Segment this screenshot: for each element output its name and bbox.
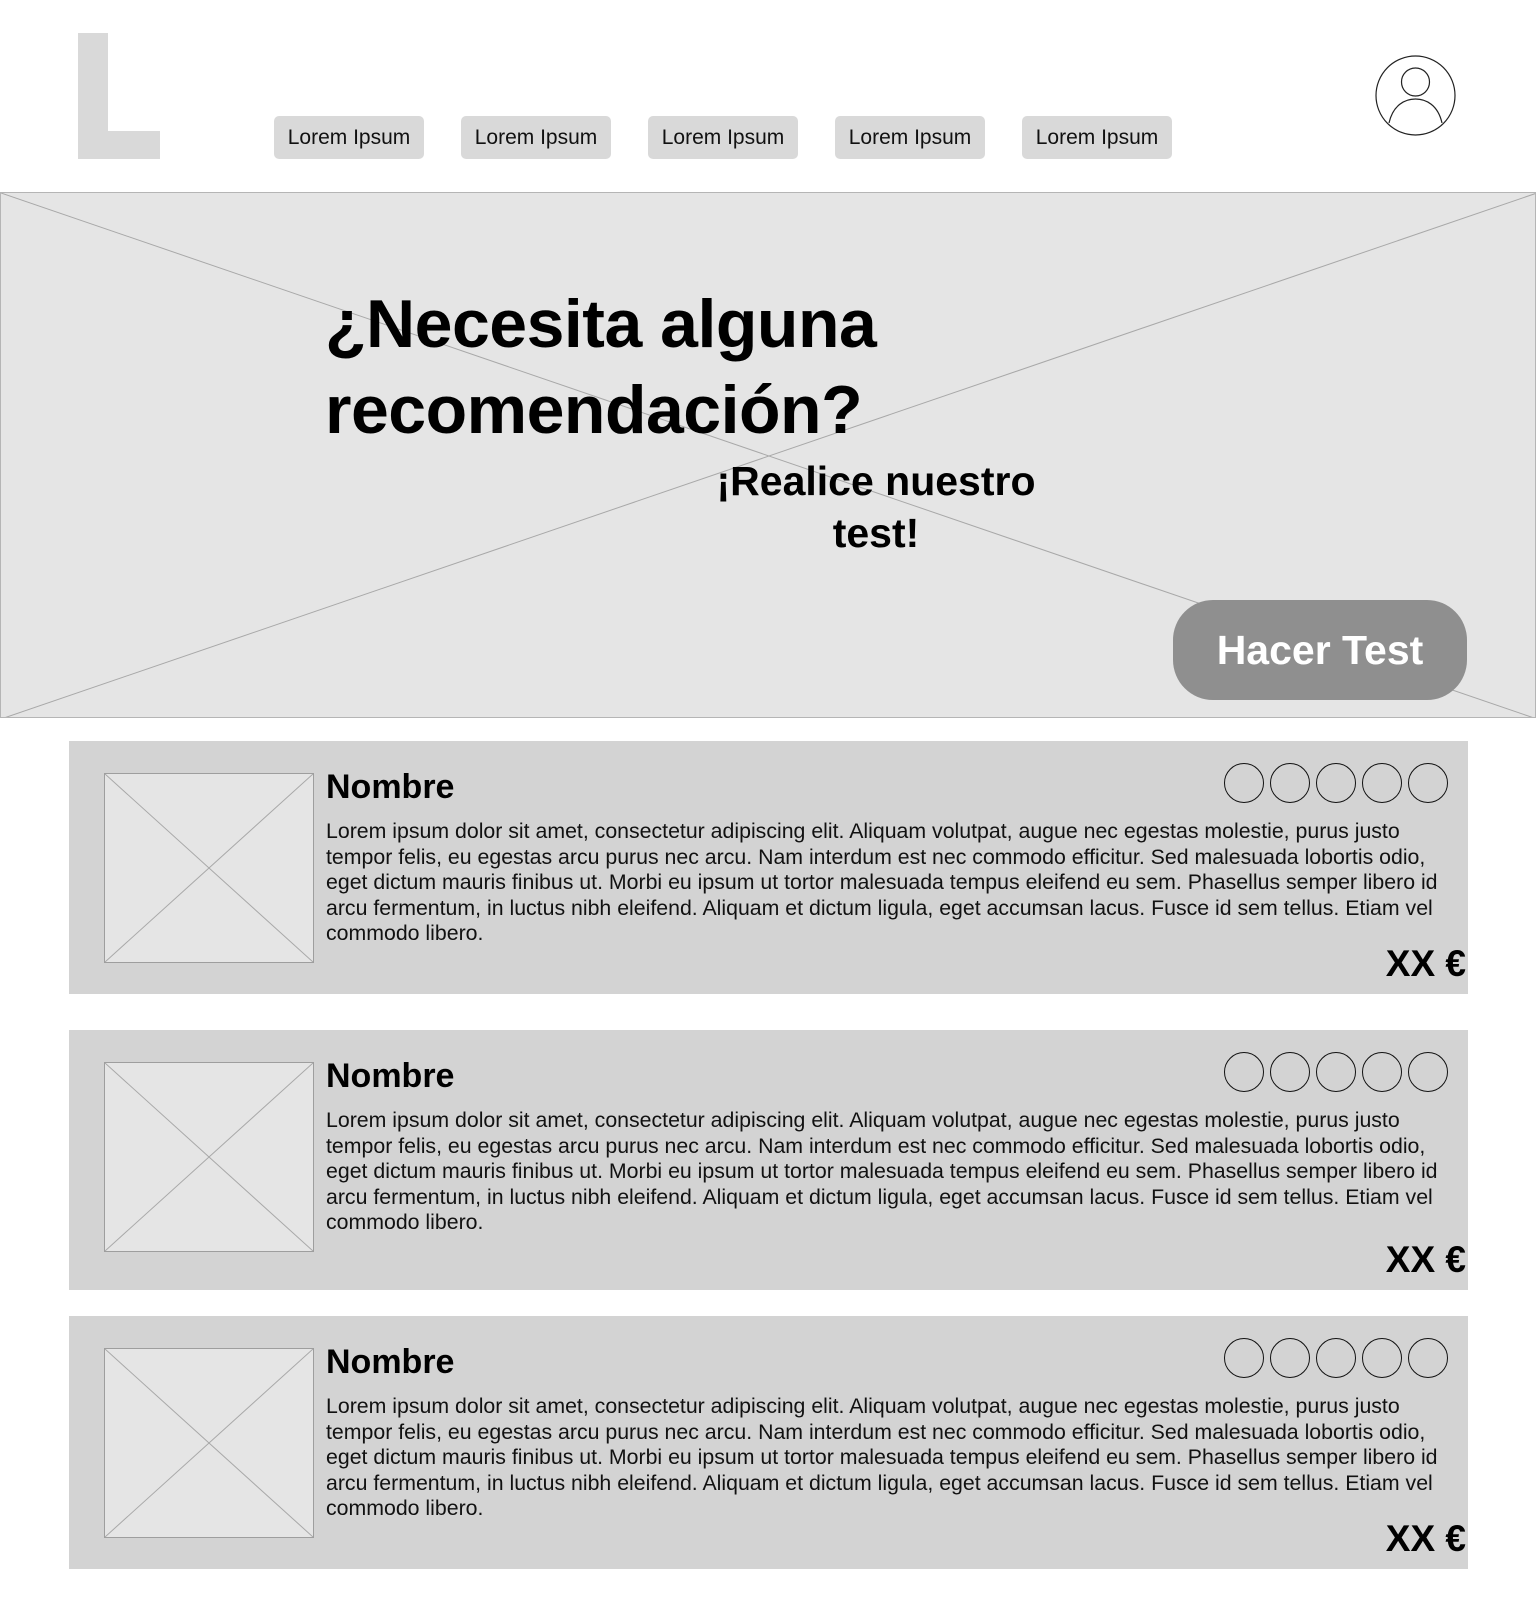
image-placeholder-icon	[105, 1063, 313, 1251]
product-image-placeholder	[104, 1062, 314, 1252]
rating-dot-icon[interactable]	[1224, 1338, 1264, 1378]
rating-dot-icon[interactable]	[1270, 1338, 1310, 1378]
product-image-placeholder	[104, 773, 314, 963]
rating-dot-icon[interactable]	[1408, 1338, 1448, 1378]
logo-horizontal-bar	[78, 131, 160, 159]
rating-dot-icon[interactable]	[1316, 1338, 1356, 1378]
rating-dot-icon[interactable]	[1270, 1052, 1310, 1092]
product-name: Nombre	[326, 1343, 455, 1381]
rating-dot-icon[interactable]	[1362, 763, 1402, 803]
rating-dot-icon[interactable]	[1316, 763, 1356, 803]
hero-banner: ¿Necesita alguna recomendación? ¡Realice…	[0, 192, 1536, 718]
rating-dot-icon[interactable]	[1316, 1052, 1356, 1092]
product-price: XX €	[1385, 1239, 1466, 1280]
rating-dot-icon[interactable]	[1362, 1052, 1402, 1092]
nav-item-4[interactable]: Lorem Ipsum	[835, 116, 985, 159]
product-description: Lorem ipsum dolor sit amet, consectetur …	[326, 1108, 1438, 1235]
product-card[interactable]: Nombre Lorem ipsum dolor sit amet, conse…	[69, 1030, 1468, 1290]
image-placeholder-icon	[105, 1349, 313, 1537]
product-name: Nombre	[326, 768, 455, 806]
hacer-test-button[interactable]: Hacer Test	[1173, 600, 1467, 700]
rating-dot-icon[interactable]	[1408, 1052, 1448, 1092]
product-description: Lorem ipsum dolor sit amet, consectetur …	[326, 1394, 1438, 1521]
product-card[interactable]: Nombre Lorem ipsum dolor sit amet, conse…	[69, 1316, 1468, 1569]
user-avatar-icon[interactable]	[1375, 55, 1456, 136]
product-price: XX €	[1385, 943, 1466, 984]
rating-dots	[1218, 763, 1448, 803]
product-description: Lorem ipsum dolor sit amet, consectetur …	[326, 819, 1438, 946]
nav-item-1[interactable]: Lorem Ipsum	[274, 116, 424, 159]
hero-subtitle: ¡Realice nuestro test!	[716, 458, 1036, 556]
rating-dots	[1218, 1338, 1448, 1378]
rating-dot-icon[interactable]	[1224, 763, 1264, 803]
nav-item-3[interactable]: Lorem Ipsum	[648, 116, 798, 159]
product-price: XX €	[1385, 1518, 1466, 1559]
rating-dot-icon[interactable]	[1408, 763, 1448, 803]
product-name: Nombre	[326, 1057, 455, 1095]
product-card[interactable]: Nombre Lorem ipsum dolor sit amet, conse…	[69, 741, 1468, 994]
rating-dot-icon[interactable]	[1224, 1052, 1264, 1092]
rating-dot-icon[interactable]	[1270, 763, 1310, 803]
nav-item-2[interactable]: Lorem Ipsum	[461, 116, 611, 159]
logo-l-icon[interactable]	[78, 33, 160, 159]
product-image-placeholder	[104, 1348, 314, 1538]
rating-dot-icon[interactable]	[1362, 1338, 1402, 1378]
hero-title: ¿Necesita alguna recomendación?	[325, 286, 877, 448]
nav-item-5[interactable]: Lorem Ipsum	[1022, 116, 1172, 159]
image-placeholder-icon	[105, 774, 313, 962]
rating-dots	[1218, 1052, 1448, 1092]
